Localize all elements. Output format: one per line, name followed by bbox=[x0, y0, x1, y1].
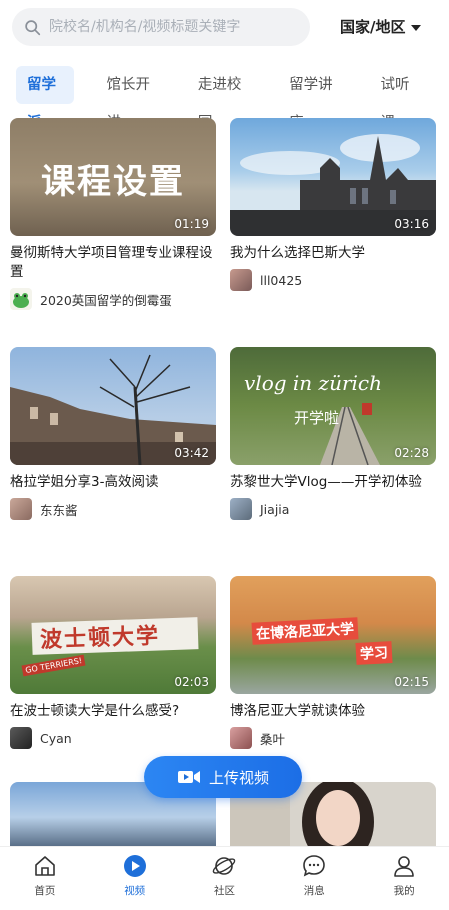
nav-label: 首页 bbox=[34, 885, 56, 897]
tab-lecture[interactable]: 留学讲座 bbox=[278, 66, 347, 131]
video-duration: 03:42 bbox=[174, 446, 209, 460]
tab-campus[interactable]: 走进校园 bbox=[187, 66, 256, 131]
nav-label: 社区 bbox=[213, 885, 235, 897]
category-tabs: 留学派 馆长开讲 走进校园 留学讲座 试听课 bbox=[16, 66, 449, 131]
video-thumbnail[interactable]: 课程设置 01:19 bbox=[10, 118, 216, 236]
user-avatar bbox=[230, 727, 252, 749]
user-avatar bbox=[230, 498, 252, 520]
video-title[interactable]: 格拉学姐分享3-高效阅读 bbox=[10, 473, 216, 492]
video-card[interactable]: 在博洛尼亚大学 学习 02:15 博洛尼亚大学就读体验 桑叶 bbox=[230, 576, 436, 749]
home-icon bbox=[35, 856, 55, 876]
nav-profile[interactable]: 我的 bbox=[359, 847, 449, 910]
nav-messages[interactable]: 消息 bbox=[269, 847, 359, 910]
thumb-caption: vlog in zürich bbox=[244, 371, 382, 395]
region-selector[interactable]: 国家/地区 bbox=[340, 16, 422, 37]
frog-avatar bbox=[10, 288, 32, 310]
video-title[interactable]: 我为什么选择巴斯大学 bbox=[230, 244, 436, 263]
video-card[interactable]: 03:42 格拉学姐分享3-高效阅读 东东酱 bbox=[10, 347, 216, 520]
author-name: 东东酱 bbox=[40, 502, 78, 518]
video-duration: 01:19 bbox=[174, 217, 209, 231]
nav-label: 视频 bbox=[124, 885, 146, 897]
tab-liuxuepai[interactable]: 留学派 bbox=[16, 66, 74, 131]
video-title[interactable]: 曼彻斯特大学项目管理专业课程设置 bbox=[10, 244, 216, 282]
video-card[interactable]: vlog in zürich 开学啦 02:28 苏黎世大学Vlog——开学初体… bbox=[230, 347, 436, 520]
video-duration: 03:16 bbox=[394, 217, 429, 231]
planet-icon bbox=[213, 857, 236, 875]
video-thumbnail[interactable]: 在博洛尼亚大学 学习 02:15 bbox=[230, 576, 436, 694]
region-label: 国家/地区 bbox=[340, 18, 406, 36]
video-card[interactable]: 课程设置 01:19 曼彻斯特大学项目管理专业课程设置 2020英国留学的倒霉蛋 bbox=[10, 118, 216, 310]
author[interactable]: 桑叶 bbox=[230, 727, 436, 749]
author-name: Cyan bbox=[40, 730, 72, 746]
upload-video-button[interactable]: 上传视频 bbox=[144, 756, 302, 798]
user-avatar bbox=[230, 269, 252, 291]
video-thumbnail[interactable]: 03:42 bbox=[10, 347, 216, 465]
author[interactable]: 东东酱 bbox=[10, 498, 216, 520]
bottom-nav: 首页 视频 社区 消息 我的 bbox=[0, 846, 449, 910]
thumb-caption-sub: GO TERRIERS! bbox=[21, 654, 86, 677]
thumb-caption-sub: 学习 bbox=[355, 641, 393, 665]
video-card[interactable]: 03:16 我为什么选择巴斯大学 lll0425 bbox=[230, 118, 436, 291]
author-name: Jiajia bbox=[260, 501, 290, 517]
author-name: lll0425 bbox=[260, 272, 303, 288]
search-bar[interactable] bbox=[12, 8, 310, 46]
thumb-caption: 在博洛尼亚大学 bbox=[251, 617, 359, 645]
user-avatar bbox=[10, 727, 32, 749]
video-icon bbox=[123, 855, 146, 877]
author[interactable]: 2020英国留学的倒霉蛋 bbox=[10, 288, 216, 310]
nav-home[interactable]: 首页 bbox=[0, 847, 90, 910]
thumb-caption-sub: 开学啦 bbox=[294, 409, 340, 427]
nav-community[interactable]: 社区 bbox=[180, 847, 270, 910]
author[interactable]: lll0425 bbox=[230, 269, 436, 291]
caret-down-icon bbox=[411, 24, 422, 31]
upload-label: 上传视频 bbox=[208, 768, 269, 787]
video-thumbnail[interactable]: vlog in zürich 开学啦 02:28 bbox=[230, 347, 436, 465]
video-thumbnail[interactable]: 03:16 bbox=[230, 118, 436, 236]
search-icon bbox=[25, 19, 41, 35]
tab-trial[interactable]: 试听课 bbox=[369, 66, 427, 131]
video-title[interactable]: 苏黎世大学Vlog——开学初体验 bbox=[230, 473, 436, 492]
video-duration: 02:28 bbox=[394, 446, 429, 460]
author[interactable]: Jiajia bbox=[230, 498, 436, 520]
profile-icon bbox=[394, 856, 414, 877]
nav-video[interactable]: 视频 bbox=[90, 847, 180, 910]
search-input[interactable] bbox=[49, 19, 299, 35]
video-title[interactable]: 博洛尼亚大学就读体验 bbox=[230, 702, 436, 721]
author[interactable]: Cyan bbox=[10, 727, 216, 749]
thumb-caption: 课程设置 bbox=[41, 162, 185, 202]
tab-guanzhang[interactable]: 馆长开讲 bbox=[96, 66, 165, 131]
video-thumbnail[interactable]: 波士顿大学 GO TERRIERS! 02:03 bbox=[10, 576, 216, 694]
user-avatar bbox=[10, 498, 32, 520]
video-duration: 02:15 bbox=[394, 675, 429, 689]
video-card[interactable]: 波士顿大学 GO TERRIERS! 02:03 在波士顿读大学是什么感受? C… bbox=[10, 576, 216, 749]
nav-label: 我的 bbox=[393, 885, 415, 897]
message-icon bbox=[303, 855, 326, 877]
thumb-caption: 波士顿大学 bbox=[39, 623, 161, 654]
video-duration: 02:03 bbox=[174, 675, 209, 689]
author-name: 2020英国留学的倒霉蛋 bbox=[40, 292, 172, 308]
author-name: 桑叶 bbox=[260, 731, 286, 747]
video-camera-icon bbox=[177, 771, 200, 783]
nav-label: 消息 bbox=[303, 885, 325, 897]
video-title[interactable]: 在波士顿读大学是什么感受? bbox=[10, 702, 216, 721]
